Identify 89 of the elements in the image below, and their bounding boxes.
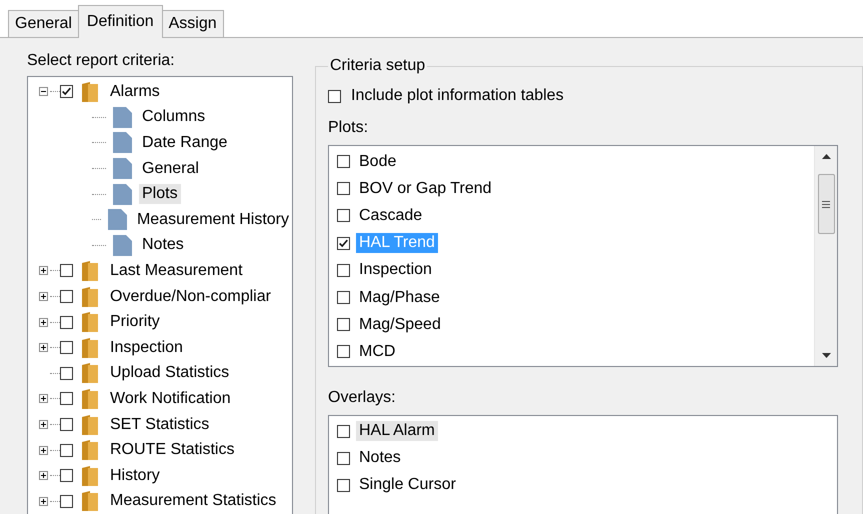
checkbox[interactable] bbox=[60, 366, 73, 380]
expand-icon[interactable] bbox=[38, 471, 48, 480]
folder-icon bbox=[79, 439, 101, 462]
tab[interactable]: General bbox=[8, 10, 79, 37]
expand-icon[interactable] bbox=[38, 446, 48, 455]
tree-item[interactable]: Measurement Statistics bbox=[107, 491, 280, 512]
folder-icon bbox=[79, 311, 101, 334]
scroll-down-icon[interactable] bbox=[822, 353, 830, 358]
checkbox-label: Include plot information tables bbox=[351, 87, 564, 105]
page-icon bbox=[112, 106, 133, 129]
tree-item[interactable]: Inspection bbox=[107, 338, 186, 358]
list-item[interactable]: Inspection bbox=[356, 260, 435, 280]
list-item[interactable]: Mag/Speed bbox=[356, 314, 444, 335]
checkbox[interactable] bbox=[337, 478, 350, 492]
expand-icon[interactable] bbox=[38, 420, 48, 430]
expand-icon[interactable] bbox=[38, 394, 48, 404]
folder-icon bbox=[79, 80, 101, 103]
checkbox[interactable] bbox=[60, 341, 73, 354]
expand-icon[interactable] bbox=[38, 266, 48, 276]
tab[interactable]: Definition bbox=[78, 5, 163, 38]
list-item[interactable]: Cascade bbox=[356, 206, 426, 226]
checkbox[interactable] bbox=[337, 291, 350, 304]
checkbox[interactable] bbox=[337, 452, 350, 465]
list-item[interactable]: Single Cursor bbox=[356, 475, 459, 496]
checkbox[interactable] bbox=[60, 444, 73, 457]
tree-item[interactable]: Upload Statistics bbox=[107, 363, 232, 384]
folder-icon bbox=[79, 490, 101, 512]
checkbox[interactable] bbox=[60, 494, 73, 508]
group-title: Criteria setup bbox=[329, 57, 426, 75]
checkbox[interactable] bbox=[337, 424, 350, 438]
checkbox[interactable] bbox=[328, 90, 341, 102]
checkbox[interactable] bbox=[337, 155, 350, 168]
checkbox[interactable] bbox=[60, 316, 73, 329]
page-icon bbox=[112, 131, 133, 154]
page-icon bbox=[112, 157, 133, 180]
list-label: Plots: bbox=[328, 119, 370, 137]
tree-item[interactable]: Last Measurement bbox=[107, 260, 246, 281]
expand-icon[interactable] bbox=[38, 318, 48, 327]
tree-item[interactable]: Work Notification bbox=[107, 388, 234, 409]
page-icon bbox=[106, 208, 128, 232]
list-item[interactable]: Notes bbox=[356, 448, 404, 468]
tab[interactable]: Assign bbox=[162, 10, 224, 37]
scroll-thumb[interactable] bbox=[818, 174, 834, 234]
page-icon bbox=[112, 234, 133, 257]
checkbox[interactable] bbox=[337, 318, 350, 332]
checkbox[interactable] bbox=[60, 85, 73, 98]
tree-item[interactable]: Plots bbox=[139, 184, 181, 204]
scrollbar[interactable] bbox=[814, 146, 837, 366]
list-label: Overlays: bbox=[328, 388, 397, 406]
checkbox[interactable] bbox=[60, 392, 73, 406]
tree-item[interactable]: Notes bbox=[139, 235, 187, 256]
checkbox[interactable] bbox=[337, 209, 350, 222]
expand-icon[interactable] bbox=[38, 343, 48, 352]
folder-icon bbox=[79, 464, 101, 487]
checkbox[interactable] bbox=[60, 264, 73, 278]
folder-icon bbox=[79, 286, 101, 308]
folder-icon bbox=[79, 362, 101, 384]
checkbox[interactable] bbox=[60, 418, 73, 432]
list-item[interactable]: HAL Alarm bbox=[356, 421, 438, 442]
checkbox[interactable] bbox=[60, 290, 73, 304]
tree-item[interactable]: Overdue/Non-compliar bbox=[107, 286, 274, 307]
expand-icon[interactable] bbox=[38, 496, 48, 506]
checkbox[interactable] bbox=[337, 264, 350, 277]
checkbox[interactable] bbox=[337, 236, 350, 250]
checkbox[interactable] bbox=[337, 345, 350, 358]
checkbox[interactable] bbox=[337, 182, 350, 196]
tree-item[interactable]: Date Range bbox=[139, 132, 230, 153]
tree-item[interactable]: Alarms bbox=[107, 82, 163, 102]
tree-item[interactable]: Priority bbox=[107, 312, 163, 332]
expand-icon[interactable] bbox=[38, 292, 48, 302]
tree-item[interactable]: Measurement History bbox=[134, 210, 292, 230]
section-label: Select report criteria: bbox=[27, 52, 176, 70]
folder-icon bbox=[79, 388, 101, 410]
list-item[interactable]: Bode bbox=[356, 152, 400, 172]
list-item[interactable]: BOV or Gap Trend bbox=[356, 178, 495, 199]
page-icon bbox=[112, 182, 133, 206]
tree-item[interactable]: Columns bbox=[139, 107, 208, 128]
tree-item[interactable]: ROUTE Statistics bbox=[107, 440, 238, 460]
folder-icon bbox=[79, 414, 101, 436]
list-item[interactable]: MCD bbox=[356, 342, 398, 362]
folder-icon bbox=[79, 260, 101, 282]
folder-icon bbox=[79, 336, 101, 359]
scroll-up-icon[interactable] bbox=[822, 154, 830, 158]
tree-item[interactable]: General bbox=[139, 158, 202, 179]
collapse-icon[interactable] bbox=[38, 87, 48, 96]
checkbox[interactable] bbox=[60, 469, 73, 482]
tree-item[interactable]: History bbox=[107, 466, 163, 486]
tree-item[interactable]: SET Statistics bbox=[107, 414, 212, 435]
list-item[interactable]: Mag/Phase bbox=[356, 288, 443, 308]
